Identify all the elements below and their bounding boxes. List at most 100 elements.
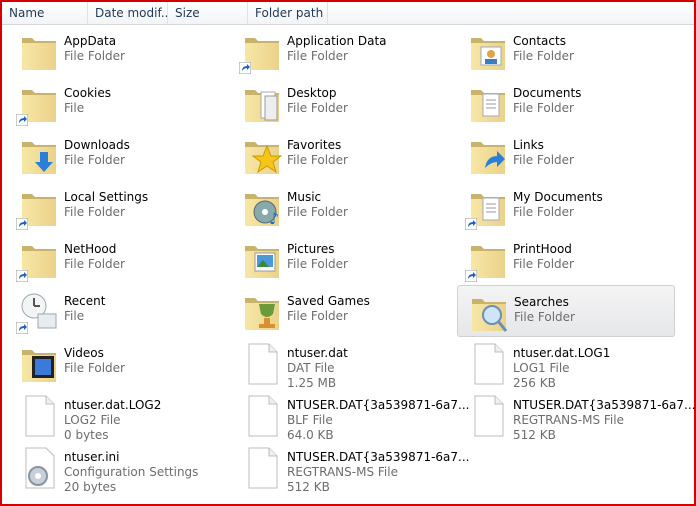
- file-icon: [239, 340, 285, 386]
- item-name: Pictures: [287, 242, 335, 256]
- file-icon: [239, 444, 285, 490]
- file-item[interactable]: Documents File Folder: [457, 77, 675, 129]
- item-name: Recent: [64, 294, 106, 308]
- folder-icon: [16, 80, 62, 126]
- file-item[interactable]: Cookies File: [8, 77, 226, 129]
- item-name: Application Data: [287, 34, 387, 48]
- file-item[interactable]: ntuser.dat DAT File 1.25 MB: [231, 337, 449, 391]
- item-name: Links: [513, 138, 544, 152]
- file-item[interactable]: AppData File Folder: [8, 25, 226, 77]
- item-details: File: [64, 309, 84, 324]
- file-item[interactable]: NTUSER.DAT{3a539871-6a7... REGTRANS-MS Fi…: [231, 441, 469, 495]
- column-folder-path[interactable]: Folder path: [248, 2, 328, 24]
- item-details: LOG1 File 256 KB: [513, 361, 570, 391]
- item-name: My Documents: [513, 190, 603, 204]
- file-item[interactable]: ♪ Music File Folder: [231, 181, 449, 233]
- item-name: Documents: [513, 86, 582, 100]
- item-name: Videos: [64, 346, 104, 360]
- file-item[interactable]: ntuser.ini Configuration Settings 20 bytes: [8, 441, 226, 495]
- file-item[interactable]: Desktop File Folder: [231, 77, 449, 129]
- item-name: ntuser.ini: [64, 450, 120, 464]
- item-details: REGTRANS-MS File 512 KB: [513, 413, 624, 443]
- documents-folder-icon: [465, 80, 511, 126]
- file-icon: [16, 392, 62, 438]
- file-icon: [465, 340, 511, 386]
- file-list: AppData File Folder Application Data File …: [2, 25, 694, 504]
- file-item[interactable]: Downloads File Folder: [8, 129, 226, 181]
- item-name: Favorites: [287, 138, 342, 152]
- svg-text:♪: ♪: [269, 209, 279, 228]
- file-item[interactable]: PrintHood File Folder: [457, 233, 675, 285]
- item-type: File Folder: [513, 49, 574, 63]
- file-item[interactable]: Saved Games File Folder: [231, 285, 449, 337]
- item-name: ntuser.dat.LOG2: [64, 398, 162, 412]
- documents-folder-icon: [465, 184, 511, 230]
- item-name: ntuser.dat: [287, 346, 348, 360]
- item-name: NTUSER.DAT{3a539871-6a7...: [287, 398, 470, 412]
- settings-file-icon: [16, 444, 62, 490]
- item-name: Contacts: [513, 34, 566, 48]
- file-item[interactable]: Recent File: [8, 285, 226, 337]
- item-details: File Folder: [64, 49, 125, 64]
- file-item[interactable]: Links File Folder: [457, 129, 675, 181]
- pictures-folder-icon: [239, 236, 285, 282]
- saved-games-folder-icon: [239, 288, 285, 334]
- music-folder-icon: ♪: [239, 184, 285, 230]
- file-item[interactable]: ntuser.dat.LOG2 LOG2 File 0 bytes: [8, 389, 226, 442]
- folder-icon: [16, 28, 62, 74]
- item-type: Configuration Settings: [64, 465, 199, 479]
- favorites-folder-icon: [239, 132, 285, 178]
- item-type: File Folder: [287, 205, 348, 219]
- item-type: File Folder: [513, 101, 574, 115]
- item-name: AppData: [64, 34, 117, 48]
- item-details: File Folder: [64, 205, 125, 220]
- file-icon: [239, 392, 285, 438]
- item-type: File Folder: [287, 153, 348, 167]
- item-type: File Folder: [64, 361, 125, 375]
- item-name: Cookies: [64, 86, 111, 100]
- file-item[interactable]: NTUSER.DAT{3a539871-6a7... BLF File 64.0 K…: [231, 389, 469, 442]
- column-name[interactable]: Name: [2, 2, 88, 24]
- item-details: Configuration Settings 20 bytes: [64, 465, 198, 495]
- file-item[interactable]: Favorites File Folder: [231, 129, 449, 181]
- item-details: File Folder: [513, 101, 574, 116]
- file-item[interactable]: Local Settings File Folder: [8, 181, 226, 233]
- item-details: REGTRANS-MS File 512 KB: [287, 465, 398, 495]
- item-name: Music: [287, 190, 322, 204]
- searches-folder-icon: [466, 289, 512, 335]
- item-details: File Folder: [64, 257, 125, 272]
- item-details: File Folder: [287, 205, 348, 220]
- item-type: DAT File: [287, 361, 335, 375]
- item-name: Searches: [514, 295, 569, 309]
- file-item[interactable]: Application Data File Folder: [231, 25, 449, 77]
- videos-folder-icon: [16, 340, 62, 386]
- file-item[interactable]: My Documents File Folder: [457, 181, 675, 233]
- item-name: NTUSER.DAT{3a539871-6a7...: [287, 450, 470, 464]
- item-type: File: [64, 309, 85, 323]
- item-type: File Folder: [64, 49, 125, 63]
- item-name: NTUSER.DAT{3a539871-6a7...: [513, 398, 696, 412]
- item-type: File Folder: [287, 49, 348, 63]
- item-name: NetHood: [64, 242, 117, 256]
- file-item[interactable]: NetHood File Folder: [8, 233, 226, 285]
- file-item[interactable]: NTUSER.DAT{3a539871-6a7... REGTRANS-MS Fi…: [457, 389, 694, 443]
- item-details: DAT File 1.25 MB: [287, 361, 336, 391]
- item-type: REGTRANS-MS File: [513, 413, 624, 427]
- item-type: File Folder: [513, 257, 574, 271]
- item-details: File Folder: [513, 153, 574, 168]
- file-item[interactable]: Searches File Folder: [457, 285, 675, 337]
- column-date-modified[interactable]: Date modif...: [88, 2, 168, 24]
- item-type: File Folder: [513, 205, 574, 219]
- file-item[interactable]: ntuser.dat.LOG1 LOG1 File 256 KB: [457, 337, 675, 391]
- item-name: Local Settings: [64, 190, 149, 204]
- item-name: Downloads: [64, 138, 130, 152]
- file-item[interactable]: Pictures File Folder: [231, 233, 449, 285]
- explorer-window: Name Date modif... Size Folder path AppD…: [0, 0, 696, 506]
- column-size[interactable]: Size: [168, 2, 248, 24]
- item-details: File Folder: [287, 153, 348, 168]
- file-item[interactable]: Contacts File Folder: [457, 25, 675, 77]
- folder-icon: [239, 28, 285, 74]
- item-size: 512 KB: [513, 428, 556, 442]
- item-type: LOG1 File: [513, 361, 570, 375]
- file-item[interactable]: Videos File Folder: [8, 337, 226, 389]
